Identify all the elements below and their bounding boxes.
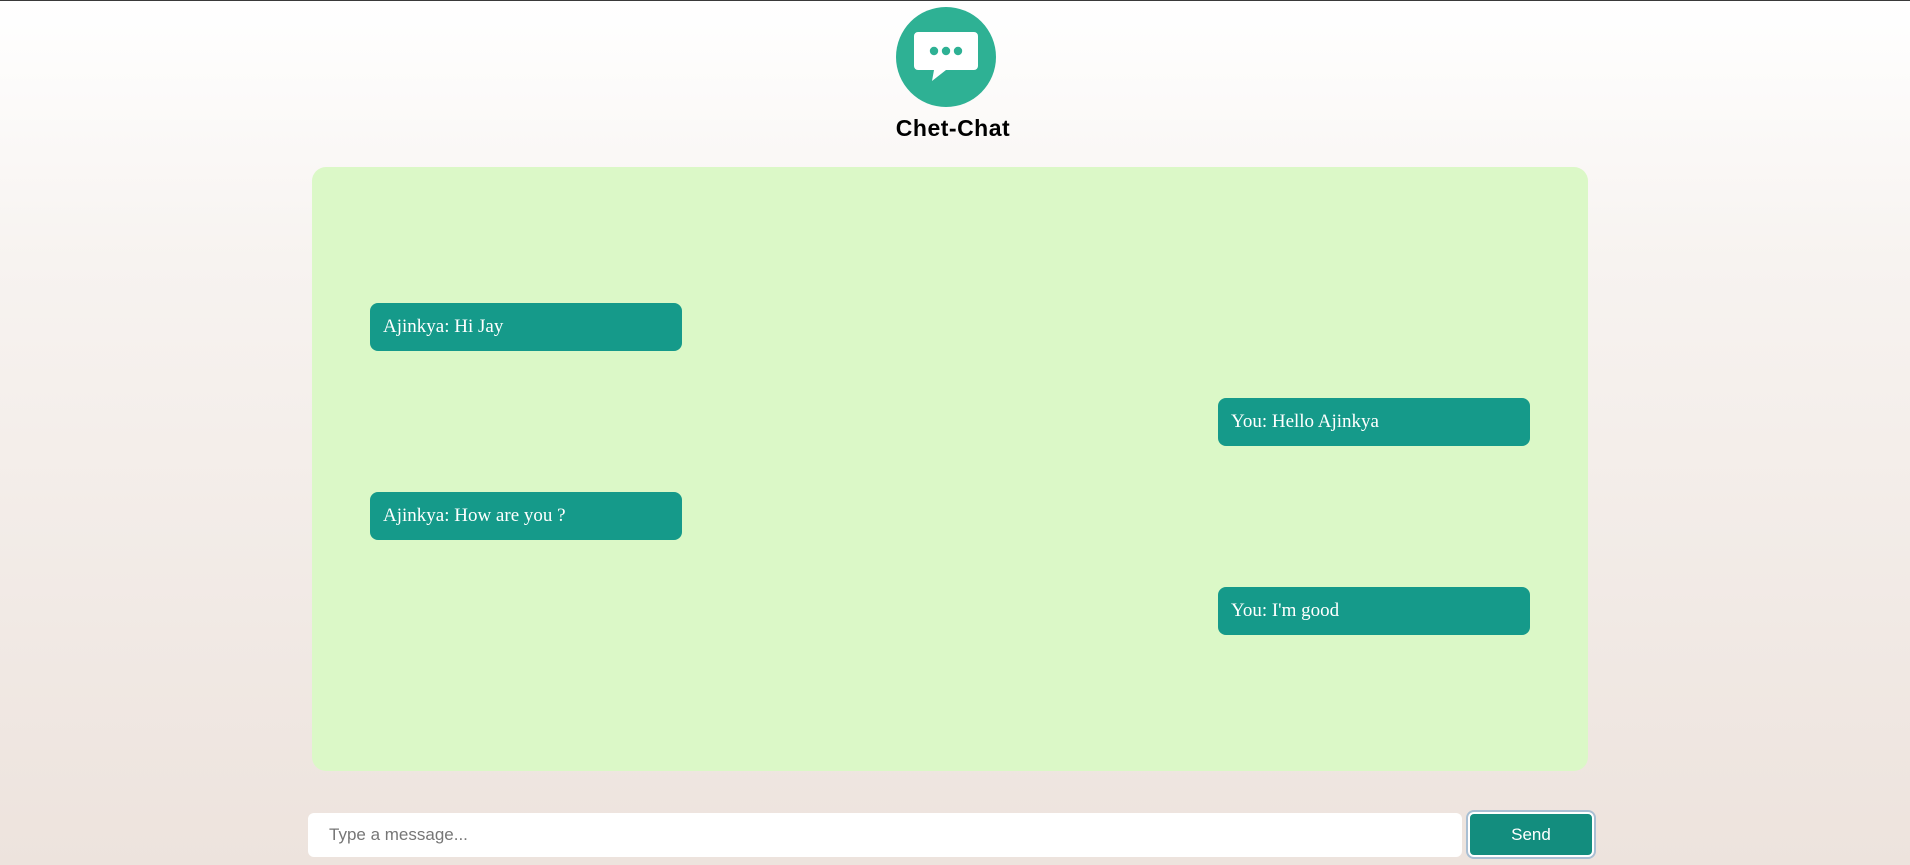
message-bubble-incoming: Ajinkya: How are you ?: [370, 492, 682, 540]
message-input[interactable]: [308, 813, 1462, 857]
send-button[interactable]: Send: [1468, 812, 1594, 857]
app-title: Chet-Chat: [895, 115, 1011, 141]
message-bubble-outgoing: You: I'm good: [1218, 587, 1530, 635]
message-bubble-outgoing: You: Hello Ajinkya: [1218, 398, 1530, 446]
message-bubble-incoming: Ajinkya: Hi Jay: [370, 303, 682, 351]
chat-bubble-icon: [914, 32, 978, 81]
app-logo: [896, 7, 996, 107]
chat-messages-panel[interactable]: Ajinkya: Hi Jay You: Hello Ajinkya Ajink…: [312, 167, 1588, 771]
